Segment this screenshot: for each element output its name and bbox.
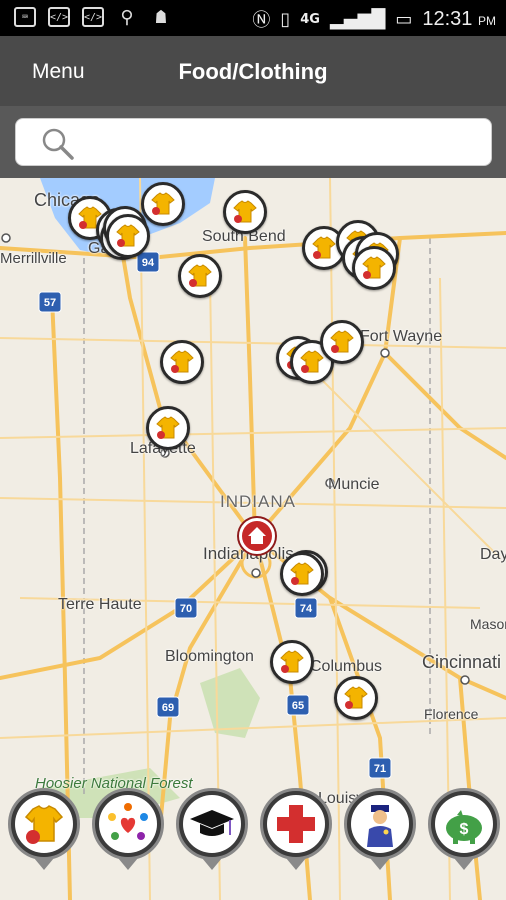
shirt-apple-icon (344, 686, 368, 709)
code-icon: </> (48, 7, 70, 27)
place-label: Florence (424, 706, 479, 722)
food-clothing-marker[interactable] (320, 320, 364, 364)
clock: 12:31 PM (422, 7, 496, 30)
svg-text:94: 94 (142, 257, 155, 269)
svg-text:65: 65 (292, 700, 304, 712)
people-heart-icon (108, 803, 148, 840)
shirt-apple-icon (24, 805, 64, 844)
search-input[interactable] (15, 118, 492, 166)
police-officer-icon (367, 805, 393, 847)
place-label: Bloomington (165, 648, 254, 665)
shirt-apple-icon (151, 192, 175, 215)
shield-label: 57 (44, 297, 56, 309)
network-type: 4G (300, 11, 320, 27)
shirt-apple-icon (233, 200, 257, 223)
food-clothing-marker[interactable] (141, 182, 185, 226)
search-bar (0, 106, 506, 178)
shirt-apple-icon (188, 264, 212, 287)
place-label: Columbus (310, 658, 383, 675)
shirt-apple-icon (116, 224, 140, 247)
place-label: Terre Haute (58, 596, 142, 613)
svg-text:70: 70 (180, 603, 192, 615)
category-bar: $ (0, 788, 506, 900)
keyboard-icon: ⌨ (14, 7, 36, 27)
shirt-apple-icon (170, 350, 194, 373)
category-education-button[interactable] (176, 788, 248, 874)
app-bar: Menu Food/Clothing (0, 36, 506, 106)
usb-icon: ⚲ (120, 6, 134, 28)
category-family-services-button[interactable] (92, 788, 164, 874)
food-clothing-marker[interactable] (334, 676, 378, 720)
place-label: Fort Wayne (360, 328, 443, 345)
graduation-cap-icon (190, 810, 234, 836)
page-title: Food/Clothing (178, 59, 328, 84)
search-icon[interactable] (40, 127, 76, 161)
svg-text:74: 74 (300, 603, 313, 615)
category-financial-button[interactable]: $ (428, 788, 500, 874)
place-label: Muncie (328, 476, 380, 493)
category-legal-safety-button[interactable] (344, 788, 416, 874)
food-clothing-marker[interactable] (146, 406, 190, 450)
food-clothing-marker[interactable] (270, 640, 314, 684)
red-cross-icon (277, 805, 315, 843)
state-label: INDIANA (220, 492, 296, 511)
status-bar: ⌨ </> </> ⚲ ☗ Ⓝ ▯ 4G ▂▄▆█ ▭ 12:31 PM (0, 0, 506, 36)
code-icon: </> (82, 7, 104, 27)
place-label: Merrillville (0, 250, 67, 267)
food-clothing-marker[interactable] (178, 254, 222, 298)
battery-icon: ▭ (395, 8, 413, 30)
shirt-apple-icon (290, 562, 314, 585)
place-label: Mason (470, 616, 506, 632)
vibrate-icon: ▯ (280, 8, 291, 30)
shirt-apple-icon (330, 330, 354, 353)
place-label: Cincinnati (422, 652, 502, 672)
nfc-icon: Ⓝ (252, 10, 271, 31)
signal-icon: ▂▄▆█ (329, 8, 386, 30)
place-label: Dayton (480, 546, 506, 563)
svg-text:$: $ (460, 821, 469, 838)
food-clothing-marker[interactable] (352, 246, 396, 290)
android-icon: ☗ (155, 6, 167, 28)
svg-text:69: 69 (162, 702, 174, 714)
shirt-apple-icon (280, 650, 304, 673)
food-clothing-marker[interactable] (280, 552, 324, 596)
shirt-apple-icon (312, 236, 336, 259)
home-icon (248, 527, 266, 544)
food-clothing-marker[interactable] (160, 340, 204, 384)
food-clothing-marker[interactable] (223, 190, 267, 234)
food-clothing-marker[interactable] (106, 214, 150, 258)
shirt-apple-icon (156, 416, 180, 439)
svg-text:71: 71 (374, 763, 386, 775)
category-health-button[interactable] (260, 788, 332, 874)
piggy-bank-icon: $ (446, 810, 482, 844)
current-location-pin[interactable] (239, 518, 275, 554)
shirt-apple-icon (362, 256, 386, 279)
category-food-clothing-button[interactable] (8, 788, 80, 874)
